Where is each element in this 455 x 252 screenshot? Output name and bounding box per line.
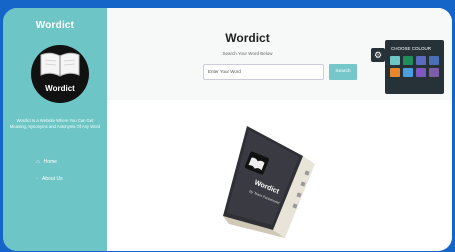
color-swatch[interactable] (403, 56, 413, 65)
search-button[interactable]: Search (329, 64, 357, 80)
sidebar-item-about-us[interactable]: · About Us (36, 176, 63, 182)
color-swatch[interactable] (429, 56, 439, 65)
logo-text: Wordict (45, 84, 75, 93)
color-swatch[interactable] (390, 68, 400, 77)
book-illustration: Wordict By Team Punemoner (223, 126, 315, 238)
home-icon: ⌂ (36, 159, 40, 165)
color-swatch[interactable] (416, 56, 426, 65)
color-swatch[interactable] (390, 56, 400, 65)
sidebar-item-label: Home (43, 159, 57, 165)
book-logo-icon (40, 52, 80, 77)
color-swatch[interactable] (416, 68, 426, 77)
page-subtitle: Search Your Word Below (222, 51, 273, 56)
color-swatch[interactable] (429, 68, 439, 77)
sidebar-item-label: About Us (42, 176, 63, 182)
color-swatch[interactable] (403, 68, 413, 77)
info-icon: · (36, 176, 38, 182)
app-window: Wordict Wordict Wordict Is a Website Whe… (3, 8, 452, 251)
sidebar-brand: Wordict (35, 20, 75, 31)
color-swatches (390, 56, 439, 77)
color-picker-panel: CHOOSE COLOUR (385, 40, 444, 94)
logo: Wordict (31, 45, 89, 103)
search-input[interactable]: Enter Your Word (203, 64, 324, 80)
gear-icon[interactable]: ⚙ (371, 48, 385, 62)
site-description: Wordict Is a Website Where You Can Get M… (9, 118, 101, 129)
dictionary-book-image: Wordict By Team Punemoner (215, 126, 320, 246)
sidebar: Wordict Wordict Wordict Is a Website Whe… (3, 8, 107, 251)
sidebar-item-home[interactable]: ⌂ Home (36, 159, 57, 165)
color-panel-title: CHOOSE COLOUR (391, 46, 432, 51)
page-title: Wordict (225, 31, 270, 45)
